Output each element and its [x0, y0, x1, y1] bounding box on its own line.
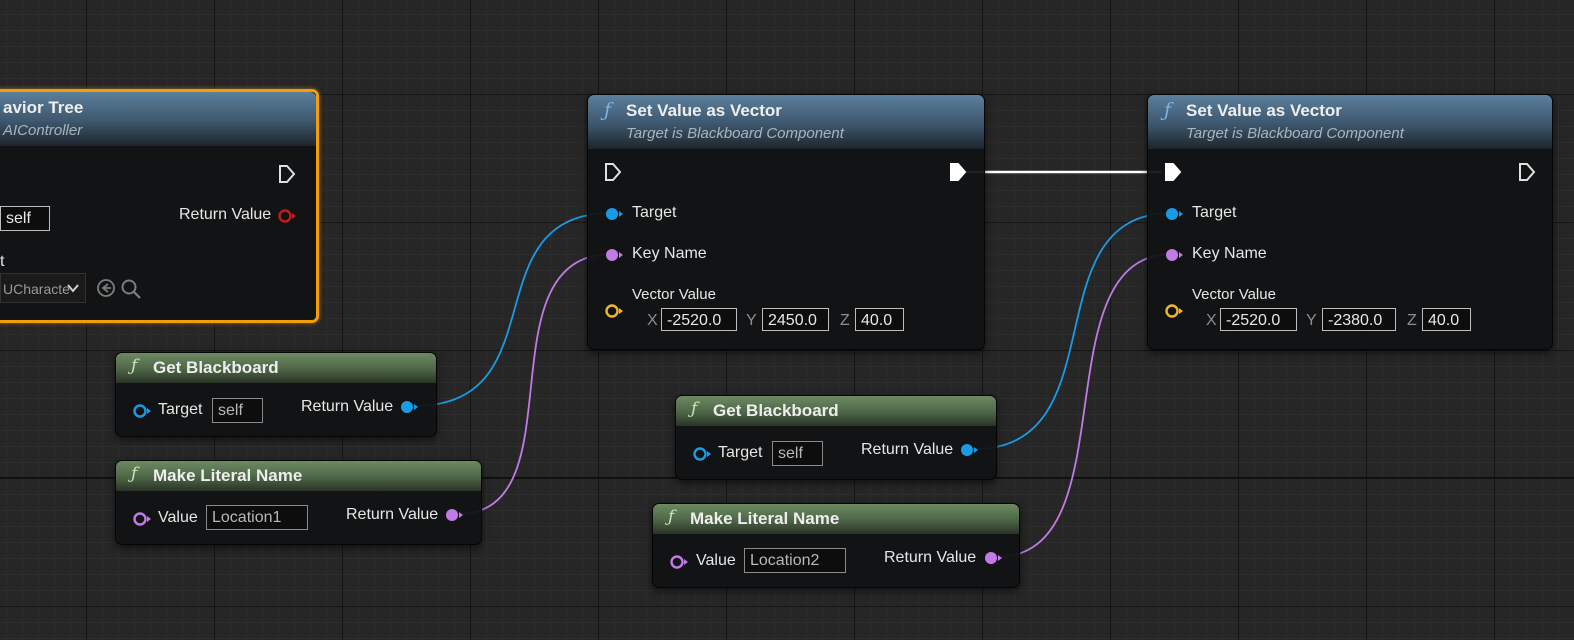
- return-value-label: Return Value: [346, 506, 439, 523]
- node-title: Set Value as Vector: [1186, 101, 1342, 120]
- return-value-label: Return Value: [179, 206, 272, 223]
- vector-z-field[interactable]: 40.0: [855, 308, 904, 331]
- make-literal-name-node-2[interactable]: ƒ Make Literal Name Value Location2 Retu…: [652, 503, 1020, 588]
- target-self-field[interactable]: self: [212, 398, 263, 423]
- node-subtitle: Target is Blackboard Component: [1186, 125, 1404, 142]
- run-behavior-tree-node[interactable]: avior Tree AIController self Return Valu…: [0, 89, 319, 323]
- target-label: Target: [1192, 204, 1237, 221]
- x-axis-label: X: [1206, 312, 1217, 329]
- node-header[interactable]: ƒ Get Blackboard: [676, 396, 996, 426]
- node-header[interactable]: avior Tree AIController: [0, 92, 316, 146]
- get-blackboard-node-1[interactable]: ƒ Get Blackboard Target self Return Valu…: [115, 352, 437, 437]
- exec-out-pin-icon[interactable]: [949, 162, 967, 182]
- value-label: Value: [158, 509, 198, 526]
- set-value-as-vector-node-2[interactable]: ƒ Set Value as Vector Target is Blackboa…: [1147, 94, 1553, 350]
- vector-x-field[interactable]: -2520.0: [661, 308, 737, 331]
- exec-out-pin-icon[interactable]: [1518, 162, 1536, 182]
- node-title: Make Literal Name: [690, 509, 840, 528]
- vector-y-field[interactable]: -2380.0: [1322, 308, 1396, 331]
- vector-pin-icon[interactable]: [604, 303, 626, 319]
- function-icon: ƒ: [1164, 99, 1172, 121]
- node-header[interactable]: ƒ Get Blackboard: [116, 353, 436, 383]
- asset-dropdown-value: UCharacte: [3, 281, 70, 297]
- x-axis-label: X: [647, 312, 658, 329]
- return-name-pin-icon[interactable]: [444, 507, 466, 523]
- node-header[interactable]: ƒ Set Value as Vector Target is Blackboa…: [1148, 95, 1552, 149]
- set-value-as-vector-node-1[interactable]: ƒ Set Value as Vector Target is Blackboa…: [587, 94, 985, 350]
- name-pin-icon[interactable]: [669, 554, 691, 570]
- search-icon[interactable]: [120, 278, 142, 300]
- function-icon: ƒ: [604, 99, 612, 121]
- node-header[interactable]: ƒ Set Value as Vector Target is Blackboa…: [588, 95, 984, 149]
- node-header[interactable]: ƒ Make Literal Name: [116, 461, 481, 491]
- function-icon: ƒ: [131, 464, 138, 484]
- return-name-pin-icon[interactable]: [983, 550, 1005, 566]
- value-label: Value: [696, 552, 736, 569]
- vector-value-label: Vector Value: [632, 286, 716, 303]
- return-object-pin-icon[interactable]: [399, 399, 421, 415]
- exec-in-pin-icon[interactable]: [1164, 162, 1182, 182]
- function-icon: ƒ: [668, 507, 675, 527]
- node-title: Get Blackboard: [713, 401, 839, 420]
- exec-out-pin-icon[interactable]: [278, 164, 296, 184]
- make-literal-name-node-1[interactable]: ƒ Make Literal Name Value Location1 Retu…: [115, 460, 482, 545]
- chevron-down-icon: [67, 284, 79, 293]
- key-name-label: Key Name: [1192, 245, 1267, 262]
- z-axis-label: Z: [1407, 312, 1417, 329]
- asset-pin-label: t: [0, 253, 5, 270]
- vector-value-label: Vector Value: [1192, 286, 1276, 303]
- value-input[interactable]: Location2: [744, 548, 846, 573]
- vector-z-field[interactable]: 40.0: [1422, 308, 1471, 331]
- return-value-label: Return Value: [861, 441, 954, 458]
- node-subtitle: AIController: [3, 122, 83, 139]
- key-name-label: Key Name: [632, 245, 707, 262]
- target-self-field[interactable]: self: [772, 441, 823, 466]
- vector-x-field[interactable]: -2520.0: [1220, 308, 1297, 331]
- object-pin-icon[interactable]: [604, 206, 626, 222]
- name-pin-icon[interactable]: [604, 247, 626, 263]
- return-value-label: Return Value: [884, 549, 977, 566]
- value-input[interactable]: Location1: [206, 505, 308, 530]
- return-value-pin-icon[interactable]: [277, 208, 299, 224]
- node-header[interactable]: ƒ Make Literal Name: [653, 504, 1019, 534]
- wire-literal2-to-keyname: [996, 253, 1173, 558]
- exec-in-pin-icon[interactable]: [604, 162, 622, 182]
- wire-blackboard1-to-target: [413, 212, 613, 407]
- get-blackboard-node-2[interactable]: ƒ Get Blackboard Target self Return Valu…: [675, 395, 997, 480]
- target-self-field[interactable]: self: [0, 206, 50, 231]
- node-title: Make Literal Name: [153, 466, 303, 485]
- node-title: avior Tree: [3, 98, 84, 117]
- return-value-label: Return Value: [301, 398, 394, 415]
- target-label: Target: [158, 401, 203, 418]
- object-pin-icon[interactable]: [692, 446, 714, 462]
- name-pin-icon[interactable]: [132, 511, 154, 527]
- vector-pin-icon[interactable]: [1164, 303, 1186, 319]
- function-icon: ƒ: [131, 356, 138, 376]
- y-axis-label: Y: [1306, 312, 1317, 329]
- target-label: Target: [632, 204, 677, 221]
- z-axis-label: Z: [840, 312, 850, 329]
- browse-arrow-icon[interactable]: [96, 278, 116, 298]
- return-object-pin-icon[interactable]: [959, 442, 981, 458]
- node-title: Get Blackboard: [153, 358, 279, 377]
- name-pin-icon[interactable]: [1164, 247, 1186, 263]
- vector-y-field[interactable]: 2450.0: [762, 308, 829, 331]
- function-icon: ƒ: [691, 399, 698, 419]
- node-subtitle: Target is Blackboard Component: [626, 125, 844, 142]
- wire-blackboard2-to-target: [973, 212, 1173, 450]
- asset-dropdown[interactable]: UCharacte: [0, 273, 86, 303]
- object-pin-icon[interactable]: [1164, 206, 1186, 222]
- object-pin-icon[interactable]: [132, 403, 154, 419]
- target-label: Target: [718, 444, 763, 461]
- y-axis-label: Y: [746, 312, 757, 329]
- node-title: Set Value as Vector: [626, 101, 782, 120]
